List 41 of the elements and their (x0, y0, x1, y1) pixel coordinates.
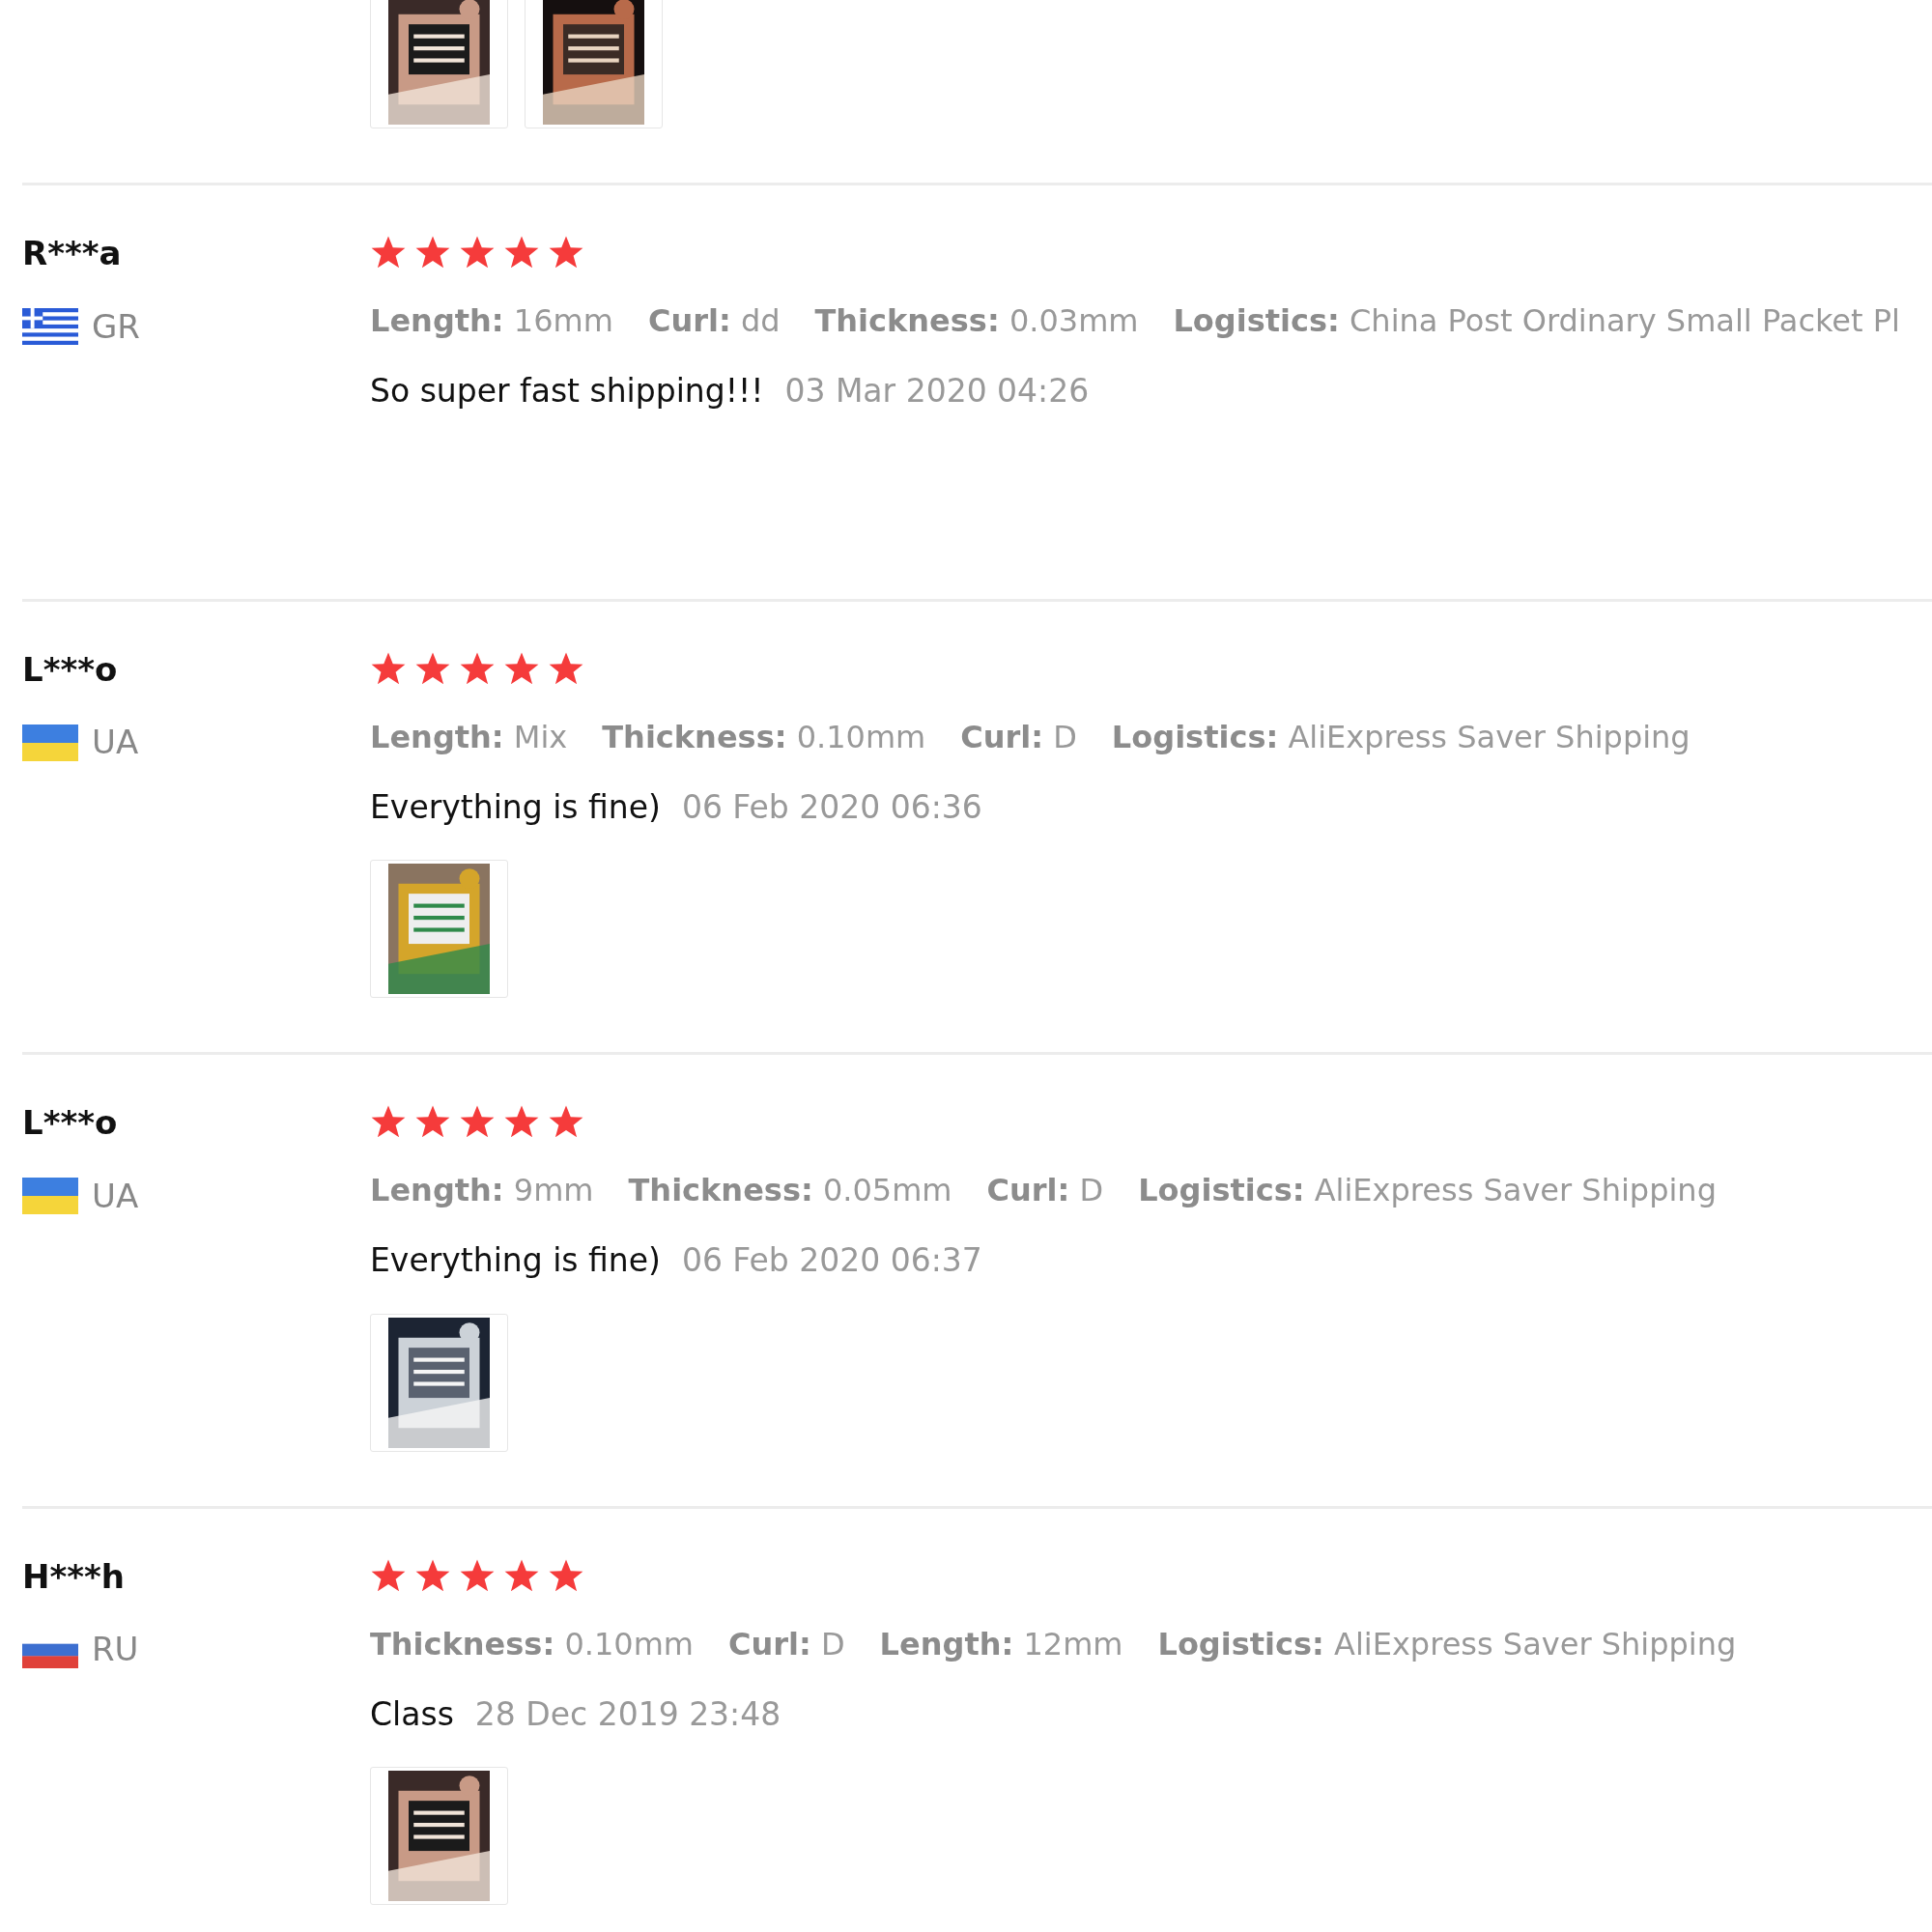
attribute-text: Length: Mix (370, 717, 568, 757)
review-comment: Everything is fine) (370, 1240, 661, 1281)
attribute-text: Curl: dd (647, 301, 781, 341)
attribute-text: Thickness: 0.10mm (370, 1624, 694, 1664)
review-date: 03 Mar 2020 04:26 (784, 371, 1090, 412)
review-comment: Class (370, 1693, 454, 1735)
attribute-text: Thickness: 0.10mm (602, 717, 926, 757)
attribute-text: Thickness: 0.05mm (628, 1171, 952, 1210)
flag-icon (22, 1178, 78, 1215)
flag-icon (22, 1631, 78, 1668)
photo-thumbnail[interactable] (370, 0, 508, 128)
country-code: UA (92, 722, 139, 764)
photo-thumbnail[interactable] (370, 1767, 508, 1905)
photo-thumbnail[interactable] (370, 1313, 508, 1452)
attribute-text: Length: 16mm (370, 301, 613, 341)
attribute-text: Length: 9mm (370, 1171, 594, 1210)
flag-icon (22, 724, 78, 761)
attribute-text: Logistics: China Post Ordinary Small Packet Pl (1173, 301, 1900, 341)
attribute-text: Length: 12mm (879, 1624, 1123, 1664)
review-date: 06 Feb 2020 06:37 (681, 1240, 982, 1281)
photo-thumbnail[interactable] (370, 860, 508, 998)
review-comment: So super fast shipping!!! (370, 371, 764, 412)
attribute-text: Thickness: 0.03mm (814, 301, 1139, 341)
attribute-text: Curl: D (727, 1624, 845, 1664)
attribute-text: Logistics: AliExpress Saver Shipping (1138, 1171, 1717, 1210)
country-code: UA (92, 1175, 139, 1217)
country-code: RU (92, 1629, 139, 1671)
review-date: 06 Feb 2020 06:36 (681, 786, 982, 828)
reviewer-name: R***a (22, 234, 123, 273)
attribute-text: Logistics: AliExpress Saver Shipping (1157, 1624, 1737, 1664)
reviewer-name: H***h (22, 1556, 126, 1597)
flag-icon (22, 308, 78, 346)
review-date: 28 Dec 2019 23:48 (474, 1693, 781, 1735)
attribute-text: Curl: D (960, 717, 1077, 757)
reviewer-name: L***o (22, 649, 119, 690)
review-comment: Everything is fine) (370, 786, 661, 828)
photo-thumbnail[interactable] (525, 0, 663, 128)
country-code: GR (92, 305, 140, 348)
attribute-text: Logistics: AliExpress Saver Shipping (1111, 717, 1690, 757)
reviewer-name: L***o (22, 1103, 119, 1143)
attribute-text: Curl: D (986, 1171, 1104, 1210)
